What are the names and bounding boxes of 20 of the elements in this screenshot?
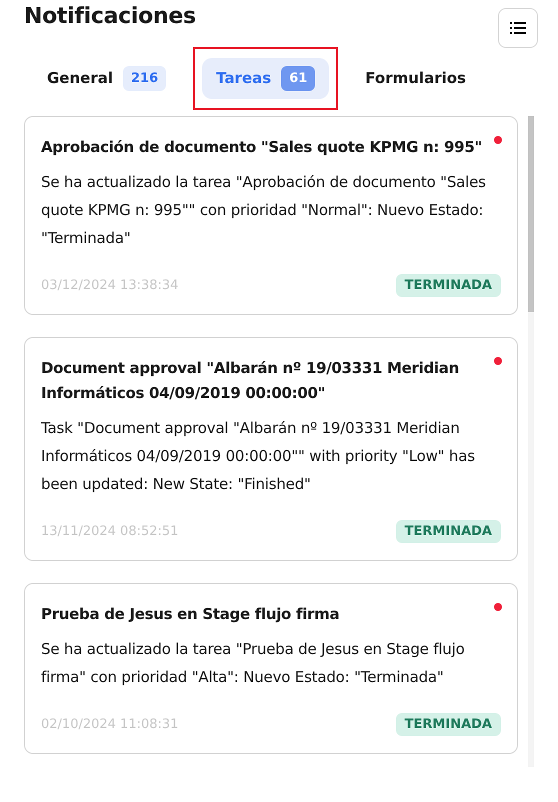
- count-badge: 61: [281, 66, 316, 90]
- page-title: Notificaciones: [24, 4, 196, 29]
- count-badge: 216: [123, 66, 166, 90]
- notification-message: Task "Document approval "Albarán nº 19/03331 Meridian Informáticos 04/09/2019 00:00:00"" with priority "Low" has been updated: New State: "Finished": [41, 418, 476, 495]
- status-badge: TERMINADA: [396, 520, 501, 543]
- notification-title: Document approval "Albarán nº 19/03331 Meridian Informáticos 04/09/2019 00:00:00": [41, 358, 460, 404]
- status-badge: TERMINADA: [396, 713, 501, 736]
- notification-message: Se ha actualizado la tarea "Prueba de Jesus en Stage flujo firma" con prioridad "Alta": Nuevo Estado: "Terminada": [41, 639, 466, 688]
- tab[interactable]: General 216: [33, 58, 180, 98]
- notification-message: Se ha actualizado la tarea "Aprobación de documento "Sales quote KPMG n: 995"" con prioridad "Normal": Nuevo Estado: "Terminada": [41, 172, 487, 249]
- notification-title: Prueba de Jesus en Stage flujo firma: [41, 604, 340, 625]
- tab[interactable]: Formularios: [351, 61, 480, 95]
- list-icon: [510, 22, 526, 34]
- list-menu-button[interactable]: [498, 8, 538, 48]
- notification-card[interactable]: [24, 337, 518, 561]
- notification-title: Aprobación de documento "Sales quote KPMG n: 995": [41, 137, 483, 158]
- status-badge: TERMINADA: [396, 274, 501, 297]
- notification-card[interactable]: [24, 116, 518, 315]
- scrollbar[interactable]: [528, 116, 534, 767]
- tab[interactable]: Tareas 61: [202, 58, 330, 98]
